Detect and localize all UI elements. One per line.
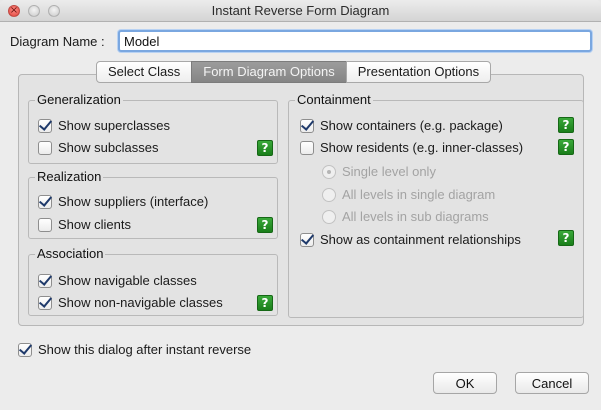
tab-select-class[interactable]: Select Class xyxy=(96,61,193,83)
help-icon[interactable]: ? xyxy=(558,230,574,246)
show-residents-checkbox[interactable] xyxy=(300,140,314,155)
show-containers-label: Show containers (e.g. package) xyxy=(320,118,503,133)
help-icon[interactable]: ? xyxy=(257,140,273,156)
show-navigable-checkbox[interactable] xyxy=(38,273,52,288)
help-icon[interactable]: ? xyxy=(257,295,273,311)
containment-title: Containment xyxy=(295,92,373,108)
help-icon[interactable]: ? xyxy=(558,117,574,133)
show-navigable-label: Show navigable classes xyxy=(58,273,197,288)
cancel-button[interactable]: Cancel xyxy=(515,372,589,394)
ok-button[interactable]: OK xyxy=(433,372,497,394)
show-clients-label: Show clients xyxy=(58,217,131,232)
association-title: Association xyxy=(35,246,106,262)
show-dialog-option[interactable]: Show this dialog after instant reverse xyxy=(18,342,251,357)
show-suppliers-option[interactable]: Show suppliers (interface) xyxy=(38,194,208,209)
realization-title: Realization xyxy=(35,169,104,185)
single-level-only-label: Single level only xyxy=(342,164,436,179)
help-icon[interactable]: ? xyxy=(257,217,273,233)
all-levels-single-diagram-option[interactable]: All levels in single diagram xyxy=(322,187,495,202)
single-level-only-radio[interactable] xyxy=(322,164,336,179)
tab-presentation-options[interactable]: Presentation Options xyxy=(345,61,492,83)
show-subclasses-checkbox[interactable] xyxy=(38,140,52,155)
show-as-containment-checkbox[interactable] xyxy=(300,232,314,247)
show-containers-option[interactable]: Show containers (e.g. package) xyxy=(300,118,503,133)
all-levels-sub-diagrams-label: All levels in sub diagrams xyxy=(342,209,489,224)
all-levels-single-diagram-radio[interactable] xyxy=(322,187,336,202)
show-subclasses-label: Show subclasses xyxy=(58,140,159,155)
show-superclasses-label: Show superclasses xyxy=(58,118,170,133)
help-icon[interactable]: ? xyxy=(558,139,574,155)
tab-bar: Select Class Form Diagram Options Presen… xyxy=(96,61,492,83)
dialog-window: × Instant Reverse Form Diagram Diagram N… xyxy=(0,0,601,410)
show-non-navigable-label: Show non-navigable classes xyxy=(58,295,223,310)
show-suppliers-checkbox[interactable] xyxy=(38,194,52,209)
show-containers-checkbox[interactable] xyxy=(300,118,314,133)
show-clients-option[interactable]: Show clients xyxy=(38,217,131,232)
diagram-name-input[interactable] xyxy=(118,30,592,52)
show-navigable-option[interactable]: Show navigable classes xyxy=(38,273,197,288)
show-dialog-label: Show this dialog after instant reverse xyxy=(38,342,252,357)
all-levels-single-diagram-label: All levels in single diagram xyxy=(342,187,496,202)
show-superclasses-option[interactable]: Show superclasses xyxy=(38,118,170,133)
show-non-navigable-option[interactable]: Show non-navigable classes xyxy=(38,295,223,310)
window-title: Instant Reverse Form Diagram xyxy=(211,3,390,18)
generalization-title: Generalization xyxy=(35,92,123,108)
show-clients-checkbox[interactable] xyxy=(38,217,52,232)
tab-form-diagram-options[interactable]: Form Diagram Options xyxy=(191,61,347,83)
show-suppliers-label: Show suppliers (interface) xyxy=(58,194,209,209)
show-subclasses-option[interactable]: Show subclasses xyxy=(38,140,158,155)
show-residents-label: Show residents (e.g. inner-classes) xyxy=(320,140,524,155)
show-dialog-checkbox[interactable] xyxy=(18,342,32,357)
show-superclasses-checkbox[interactable] xyxy=(38,118,52,133)
all-levels-sub-diagrams-radio[interactable] xyxy=(322,209,336,224)
title-bar: × Instant Reverse Form Diagram xyxy=(0,0,601,22)
diagram-name-label: Diagram Name : xyxy=(10,34,105,49)
show-as-containment-option[interactable]: Show as containment relationships xyxy=(300,232,521,247)
single-level-only-option[interactable]: Single level only xyxy=(322,164,436,179)
show-residents-option[interactable]: Show residents (e.g. inner-classes) xyxy=(300,140,523,155)
all-levels-sub-diagrams-option[interactable]: All levels in sub diagrams xyxy=(322,209,489,224)
show-non-navigable-checkbox[interactable] xyxy=(38,295,52,310)
show-as-containment-label: Show as containment relationships xyxy=(320,232,521,247)
